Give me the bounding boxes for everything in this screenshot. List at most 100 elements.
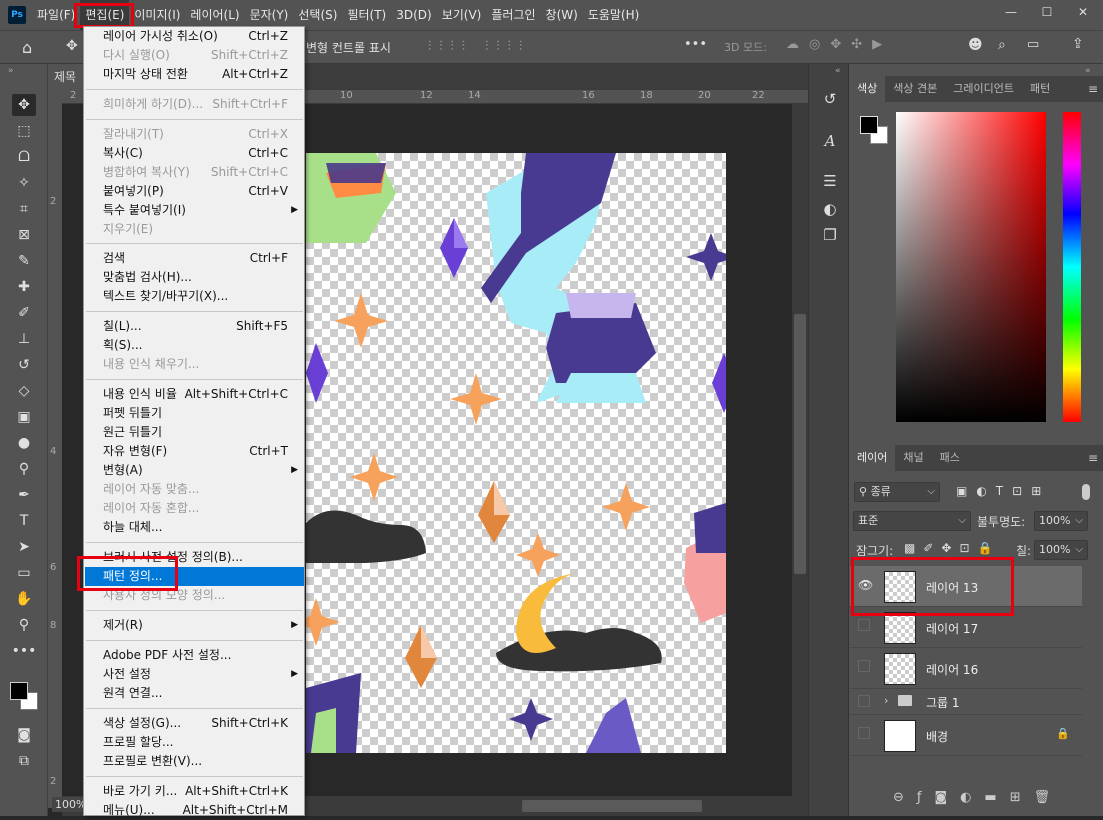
account-icon[interactable]: ☻ [968, 37, 983, 53]
align-icons[interactable]: ⫶⫶⫶⫶ ⫶⫶⫶⫶ [428, 39, 530, 54]
menu-item-auto-blend[interactable]: 레이어 자동 혼합... [85, 499, 304, 518]
gradient-tool-icon[interactable]: ▣ [12, 406, 36, 428]
collapse-icon[interactable]: « [835, 66, 841, 76]
menu-item-define-custom-shape[interactable]: 사용자 정의 모양 정의... [85, 586, 304, 605]
close-button[interactable]: ✕ [1065, 0, 1101, 24]
home-icon[interactable]: ⌂ [22, 38, 32, 57]
move-tool-icon[interactable]: ✥ [12, 94, 36, 116]
menu-item-presets[interactable]: 사전 설정 ▶ [85, 665, 304, 684]
collapse-icon[interactable]: « [1085, 66, 1091, 76]
menu-item-paste[interactable]: 붙여넣기(P) Ctrl+V [85, 182, 304, 201]
menu-item-fade[interactable]: 희미하게 하기(D)... Shift+Ctrl+F [85, 95, 304, 114]
transform-controls-label[interactable]: 변형 컨트롤 표시 [306, 39, 391, 56]
lock-icons[interactable]: ▩✐✥⊡🔒 [904, 541, 1000, 555]
menu-item-purge[interactable]: 제거(R) ▶ [85, 616, 304, 635]
more-options-icon[interactable]: ••• [684, 37, 707, 52]
stamp-tool-icon[interactable]: ⊥ [12, 328, 36, 350]
fill-input[interactable]: 100% ⌵ [1034, 540, 1088, 560]
menu-filter[interactable]: 필터(T) [342, 0, 391, 30]
layer-actions-bar[interactable]: ⊖ƒ◙◐▬⊞🗑 [893, 790, 1063, 805]
scroll-thumb[interactable] [794, 314, 806, 574]
eye-icon[interactable]: 👁 [858, 578, 873, 592]
menu-item-copy[interactable]: 복사(C) Ctrl+C [85, 144, 304, 163]
menu-item-clear[interactable]: 지우기(E) [85, 220, 304, 239]
color-field[interactable] [896, 112, 1046, 422]
visibility-toggle[interactable] [858, 727, 872, 741]
menu-help[interactable]: 도움말(H) [583, 0, 645, 30]
frame-tool-icon[interactable]: ⊠ [12, 224, 36, 246]
document-tab[interactable]: 제목 [48, 64, 84, 90]
history-brush-icon[interactable]: ↺ [12, 354, 36, 376]
menu-item-undo[interactable]: 레이어 가시성 취소(O) Ctrl+Z [85, 27, 304, 46]
hand-tool-icon[interactable]: ✋ [12, 588, 36, 610]
menu-view[interactable]: 보기(V) [437, 0, 487, 30]
crop-tool-icon[interactable]: ⌗ [12, 198, 36, 220]
menu-item-puppet-warp[interactable]: 퍼펫 뒤틀기 [85, 404, 304, 423]
foreground-color-swatch-top[interactable] [10, 682, 28, 700]
blur-tool-icon[interactable]: ● [12, 432, 36, 454]
menu-item-stroke[interactable]: 획(S)... [85, 336, 304, 355]
type-tool-icon[interactable]: T [12, 510, 36, 532]
menu-item-auto-align[interactable]: 레이어 자동 맞춤... [85, 480, 304, 499]
menu-item-spell-check[interactable]: 맞춤법 검사(H)... [85, 268, 304, 287]
healing-brush-icon[interactable]: ✚ [12, 276, 36, 298]
menu-file[interactable]: 파일(F) [32, 0, 80, 30]
properties-panel-icon[interactable]: ☰ [819, 170, 841, 192]
visibility-toggle[interactable] [858, 660, 872, 674]
document-canvas[interactable] [306, 153, 726, 753]
3d-mode-icons[interactable]: ☁◎✥✣▶ [786, 37, 892, 52]
menu-3d[interactable]: 3D(D) [391, 0, 436, 30]
layer-group-row[interactable]: › 그룹 1 [850, 689, 1082, 715]
tab-patterns[interactable]: 패턴 [1022, 76, 1058, 102]
magic-wand-icon[interactable]: ✧ [12, 172, 36, 194]
tab-channels[interactable]: 채널 [895, 445, 931, 471]
marquee-tool-icon[interactable]: ⬚ [12, 120, 36, 142]
menu-item-sky-replacement[interactable]: 하늘 대체... [85, 518, 304, 537]
menu-item-copy-merged[interactable]: 병합하여 복사(Y) Shift+Ctrl+C [85, 163, 304, 182]
menu-window[interactable]: 창(W) [541, 0, 583, 30]
character-panel-icon[interactable]: A [819, 130, 841, 152]
menu-item-content-aware-fill[interactable]: 내용 인식 채우기... [85, 355, 304, 374]
shape-tool-icon[interactable]: ▭ [12, 562, 36, 584]
menu-item-assign-profile[interactable]: 프로필 할당... [85, 733, 304, 752]
screen-mode-icon[interactable]: ⧉ [12, 750, 36, 772]
libraries-panel-icon[interactable]: ❐ [819, 224, 841, 246]
restore-button[interactable]: ☐ [1029, 0, 1065, 24]
opacity-input[interactable]: 100% ⌵ [1034, 511, 1088, 531]
menu-item-define-pattern[interactable]: 패턴 정의... [85, 567, 304, 586]
menu-item-perspective-warp[interactable]: 원근 뒤틀기 [85, 423, 304, 442]
menu-item-color-settings[interactable]: 색상 설정(G)... Shift+Ctrl+K [85, 714, 304, 733]
share-icon[interactable]: ⇪ [1072, 36, 1084, 52]
layer-row-17[interactable]: 레이어 17 [850, 607, 1082, 648]
layer-filter-dropdown[interactable]: ⚲ 종류 ⌵ [854, 482, 940, 502]
adjustments-panel-icon[interactable]: ◐ [819, 198, 841, 220]
menu-item-find-replace[interactable]: 텍스트 찾기/바꾸기(X)... [85, 287, 304, 306]
menu-item-keyboard-shortcuts[interactable]: 바로 가기 키... Alt+Shift+Ctrl+K [85, 782, 304, 801]
eyedropper-icon[interactable]: ✎ [12, 250, 36, 272]
layer-row-13[interactable]: 👁 레이어 13 [850, 566, 1082, 607]
menu-item-cut[interactable]: 잘라내기(T) Ctrl+X [85, 125, 304, 144]
menu-item-fill[interactable]: 칠(L)... Shift+F5 [85, 317, 304, 336]
brush-tool-icon[interactable]: ✐ [12, 302, 36, 324]
lasso-tool-icon[interactable]: ᗝ [12, 146, 36, 168]
blend-mode-dropdown[interactable]: 표준 ⌵ [853, 511, 971, 531]
quick-mask-icon[interactable]: ◙ [12, 724, 36, 746]
menu-item-define-brush[interactable]: 브러시 사전 설정 정의(B)... [85, 548, 304, 567]
tab-paths[interactable]: 패스 [932, 445, 968, 471]
menu-item-menus[interactable]: 메뉴(U)... Alt+Shift+Ctrl+M [85, 801, 304, 820]
tab-color[interactable]: 색상 [849, 76, 886, 102]
collapse-icon[interactable]: » [8, 66, 14, 76]
history-panel-icon[interactable]: ↺ [819, 88, 841, 110]
layer-row-16[interactable]: 레이어 16 [850, 648, 1082, 689]
eraser-icon[interactable]: ◇ [12, 380, 36, 402]
tab-gradients[interactable]: 그레이디언트 [945, 76, 1022, 102]
tab-layers[interactable]: 레이어 [849, 445, 896, 471]
tab-swatches[interactable]: 색상 견본 [885, 76, 945, 102]
filter-toggle[interactable] [1082, 484, 1090, 500]
layer-filter-icons[interactable]: ▣◐T⊡⊞ [956, 484, 1050, 498]
more-tools-icon[interactable]: ••• [12, 640, 37, 662]
search-icon[interactable]: ⌕ [998, 37, 1006, 53]
menu-item-free-transform[interactable]: 자유 변형(F) Ctrl+T [85, 442, 304, 461]
pen-tool-icon[interactable]: ✒ [12, 484, 36, 506]
vertical-scrollbar[interactable] [792, 104, 808, 796]
